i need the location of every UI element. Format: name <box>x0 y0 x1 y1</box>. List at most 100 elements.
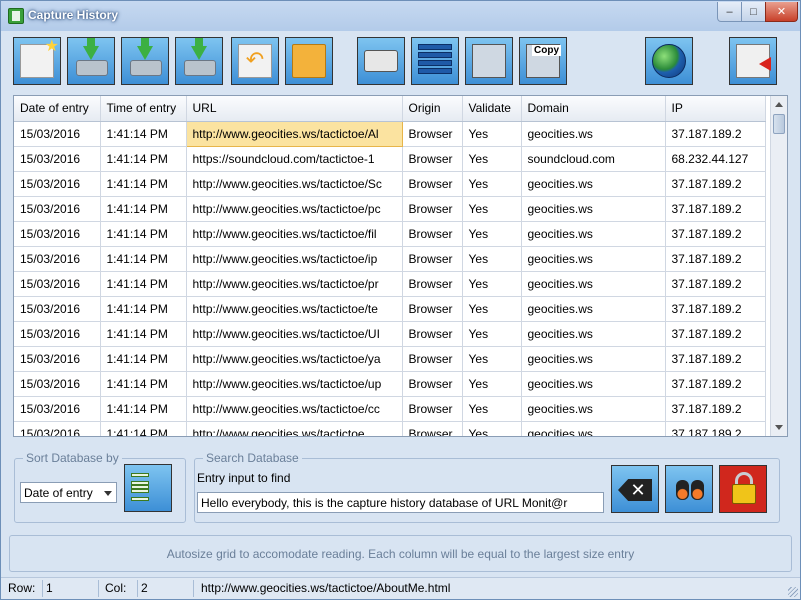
close-button[interactable]: ✕ <box>765 2 798 22</box>
table-cell[interactable]: http://www.geocities.ws/tactictoe/up <box>186 371 403 397</box>
table-cell[interactable]: http://www.geocities.ws/tactictoe/pr <box>186 271 403 297</box>
table-cell[interactable]: 1:41:14 PM <box>100 196 187 222</box>
table-cell[interactable]: http://www.geocities.ws/tactictoe/pc <box>186 196 403 222</box>
table-cell[interactable]: geocities.ws <box>521 371 666 397</box>
table-cell[interactable]: 68.232.44.127 <box>665 146 766 172</box>
table-row[interactable]: 15/03/2016 1:41:14 PM http://www.geocities… <box>14 371 766 397</box>
column-header[interactable]: IP <box>665 96 766 122</box>
column-header[interactable]: Validate <box>462 96 522 122</box>
copy-button[interactable]: Copy <box>519 37 567 85</box>
table-cell[interactable]: 37.187.189.2 <box>665 296 766 322</box>
download-button[interactable] <box>67 37 115 85</box>
table-cell[interactable]: 1:41:14 PM <box>100 121 187 147</box>
table-cell[interactable]: 37.187.189.2 <box>665 421 766 436</box>
table-cell[interactable]: Yes <box>462 196 522 222</box>
table-cell[interactable]: Yes <box>462 396 522 422</box>
table-cell[interactable]: 15/03/2016 <box>14 321 101 347</box>
sort-select[interactable]: Date of entry <box>20 482 117 503</box>
exit-button[interactable] <box>729 37 777 85</box>
lock-button[interactable] <box>719 465 767 513</box>
table-cell[interactable]: Browser <box>402 196 463 222</box>
table-cell[interactable]: Browser <box>402 121 463 147</box>
table-cell[interactable]: Yes <box>462 246 522 272</box>
table-cell[interactable]: 37.187.189.2 <box>665 196 766 222</box>
sort-button[interactable] <box>124 464 172 512</box>
table-cell[interactable]: Browser <box>402 246 463 272</box>
vertical-scrollbar[interactable] <box>770 96 787 436</box>
table-cell[interactable]: geocities.ws <box>521 271 666 297</box>
table-cell[interactable]: Yes <box>462 121 522 147</box>
column-header[interactable]: Time of entry <box>100 96 187 122</box>
table-row[interactable]: 15/03/2016 1:41:14 PM http://www.geocities… <box>14 271 766 297</box>
table-row[interactable]: 15/03/2016 1:41:14 PM http://www.geocities… <box>14 196 766 222</box>
table-cell[interactable]: 1:41:14 PM <box>100 346 187 372</box>
table-cell[interactable]: Browser <box>402 371 463 397</box>
print-button[interactable] <box>357 37 405 85</box>
table-cell[interactable]: 1:41:14 PM <box>100 271 187 297</box>
scroll-down-icon[interactable] <box>775 425 783 430</box>
table-cell[interactable]: 15/03/2016 <box>14 396 101 422</box>
table-cell[interactable]: http://www.geocities.ws/tactictoe/ip <box>186 246 403 272</box>
table-cell[interactable]: 15/03/2016 <box>14 146 101 172</box>
column-header[interactable]: Date of entry <box>14 96 101 122</box>
clear-search-button[interactable]: ✕ <box>611 465 659 513</box>
maximize-button[interactable]: □ <box>741 2 766 22</box>
table-cell[interactable]: http://www.geocities.ws/tactictoe/te <box>186 296 403 322</box>
table-cell[interactable]: geocities.ws <box>521 296 666 322</box>
table-cell[interactable]: https://soundcloud.com/tactictoe-1 <box>186 146 403 172</box>
table-cell[interactable]: http://www.geocities.ws/tactictoe/cc <box>186 396 403 422</box>
web-button[interactable] <box>645 37 693 85</box>
table-cell[interactable]: geocities.ws <box>521 121 666 147</box>
table-cell[interactable]: 1:41:14 PM <box>100 421 187 436</box>
table-cell[interactable]: 1:41:14 PM <box>100 221 187 247</box>
table-cell[interactable]: 37.187.189.2 <box>665 121 766 147</box>
table-cell[interactable]: 15/03/2016 <box>14 221 101 247</box>
table-cell[interactable]: geocities.ws <box>521 171 666 197</box>
download-alt-button[interactable] <box>121 37 169 85</box>
table-cell[interactable]: 37.187.189.2 <box>665 371 766 397</box>
table-cell[interactable]: geocities.ws <box>521 421 666 436</box>
table-row[interactable]: 15/03/2016 1:41:14 PM http://www.geocities… <box>14 120 766 147</box>
table-cell[interactable]: 15/03/2016 <box>14 421 101 436</box>
table-row[interactable]: 15/03/2016 1:41:14 PM http://www.geocities… <box>14 221 766 247</box>
table-cell[interactable]: Yes <box>462 296 522 322</box>
table-cell[interactable]: Browser <box>402 271 463 297</box>
table-row[interactable]: 15/03/2016 1:41:14 PM http://www.geocities… <box>14 246 766 272</box>
table-cell[interactable]: 37.187.189.2 <box>665 321 766 347</box>
table-cell[interactable]: Browser <box>402 171 463 197</box>
scroll-thumb[interactable] <box>773 114 785 134</box>
table-cell[interactable]: 37.187.189.2 <box>665 221 766 247</box>
table-cell[interactable]: 1:41:14 PM <box>100 171 187 197</box>
column-header[interactable]: Domain <box>521 96 666 122</box>
table-cell[interactable]: Yes <box>462 171 522 197</box>
table-cell[interactable]: 1:41:14 PM <box>100 321 187 347</box>
table-cell[interactable]: Browser <box>402 146 463 172</box>
table-cell[interactable]: geocities.ws <box>521 396 666 422</box>
table-cell[interactable]: 1:41:14 PM <box>100 146 187 172</box>
table-cell[interactable]: 37.187.189.2 <box>665 396 766 422</box>
table-cell[interactable]: Yes <box>462 371 522 397</box>
table-cell[interactable]: 37.187.189.2 <box>665 346 766 372</box>
table-cell[interactable]: 15/03/2016 <box>14 171 101 197</box>
table-cell[interactable]: 15/03/2016 <box>14 196 101 222</box>
table-row[interactable]: 15/03/2016 1:41:14 PM https://soundcloud.c… <box>14 146 766 172</box>
table-cell[interactable]: 1:41:14 PM <box>100 246 187 272</box>
table-row[interactable]: 15/03/2016 1:41:14 PM http://www.geocities… <box>14 346 766 372</box>
table-cell[interactable]: 15/03/2016 <box>14 296 101 322</box>
resize-grip[interactable] <box>788 587 798 597</box>
minimize-button[interactable]: – <box>717 2 742 22</box>
table-row[interactable]: 15/03/2016 1:41:14 PM http://www.geocities… <box>14 171 766 197</box>
table-cell[interactable]: geocities.ws <box>521 221 666 247</box>
search-input[interactable]: Hello everybody, this is the capture his… <box>197 492 604 513</box>
table-cell[interactable]: 15/03/2016 <box>14 346 101 372</box>
title-bar[interactable]: Capture History – □ ✕ <box>1 1 800 31</box>
table-cell[interactable]: 15/03/2016 <box>14 246 101 272</box>
download-network-button[interactable] <box>175 37 223 85</box>
table-cell[interactable]: 15/03/2016 <box>14 371 101 397</box>
column-header[interactable]: URL <box>186 96 403 122</box>
table-cell[interactable]: geocities.ws <box>521 196 666 222</box>
table-cell[interactable]: Browser <box>402 221 463 247</box>
undo-button[interactable]: ↶ <box>231 37 279 85</box>
new-page-button[interactable]: ★ <box>13 37 61 85</box>
table-cell[interactable]: Browser <box>402 396 463 422</box>
